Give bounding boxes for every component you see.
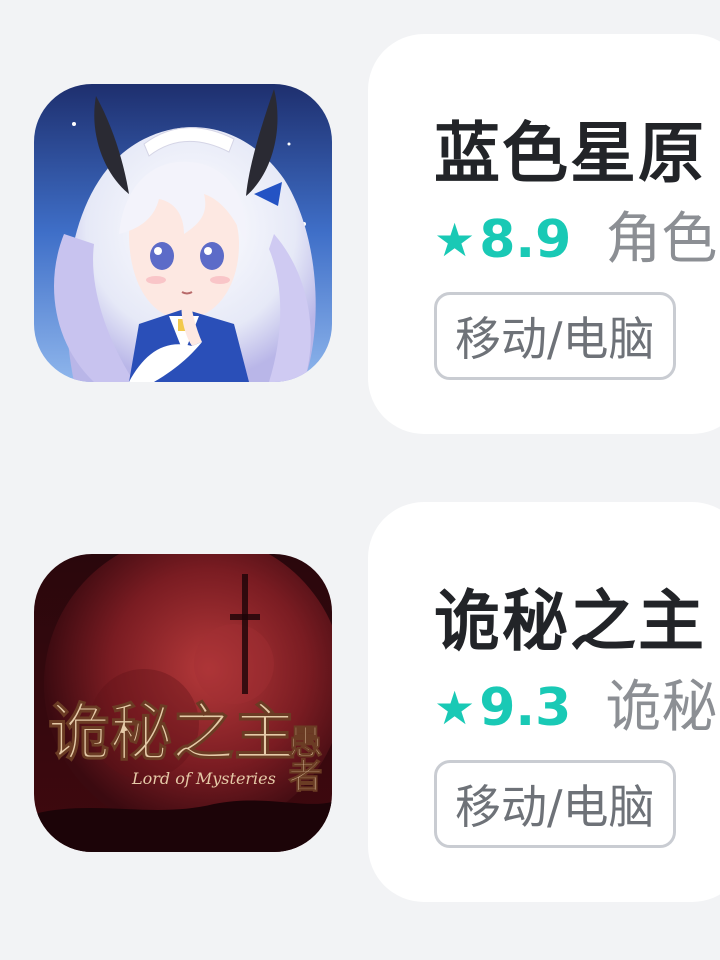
genre-text: 角色 — [605, 207, 718, 272]
game-info-card[interactable]: 诡秘之主 ★ 9.3 诡秘 移动/电脑 — [368, 502, 720, 902]
svg-text:Lord of Mysteries: Lord of Mysteries — [131, 769, 276, 788]
game-list-item[interactable]: 蓝色星原 ★ 8.9 角色 移动/电脑 — [0, 34, 720, 434]
game-info-card[interactable]: 蓝色星原 ★ 8.9 角色 移动/电脑 — [368, 34, 720, 434]
lord-of-mysteries-game-icon[interactable]: 诡秘之主 愚者 Lord of Mysteries — [34, 554, 332, 852]
anime-girl-game-icon[interactable] — [34, 84, 332, 382]
platform-tag[interactable]: 移动/电脑 — [434, 292, 676, 380]
genre-text: 诡秘 — [605, 675, 718, 740]
game-title[interactable]: 诡秘之主 — [434, 568, 706, 664]
game-list: 蓝色星原 ★ 8.9 角色 移动/电脑 诡秘之主 愚者 Lord of Myst… — [0, 0, 720, 960]
game-title[interactable]: 蓝色星原 — [434, 100, 706, 196]
game-list-item[interactable]: 诡秘之主 愚者 Lord of Mysteries 诡秘之主 ★ 9.3 诡秘 … — [0, 502, 720, 902]
rating-value: 8.9 — [479, 210, 572, 270]
rating-line: ★ 8.9 角色 — [434, 212, 717, 268]
star-icon: ★ — [434, 213, 476, 267]
rating-value: 9.3 — [479, 678, 572, 738]
platform-tag[interactable]: 移动/电脑 — [434, 760, 676, 848]
svg-text:诡秘之主: 诡秘之主 — [48, 696, 296, 769]
svg-text:愚者: 愚者 — [282, 724, 322, 792]
star-icon: ★ — [434, 681, 476, 735]
rating-line: ★ 9.3 诡秘 — [434, 680, 717, 736]
